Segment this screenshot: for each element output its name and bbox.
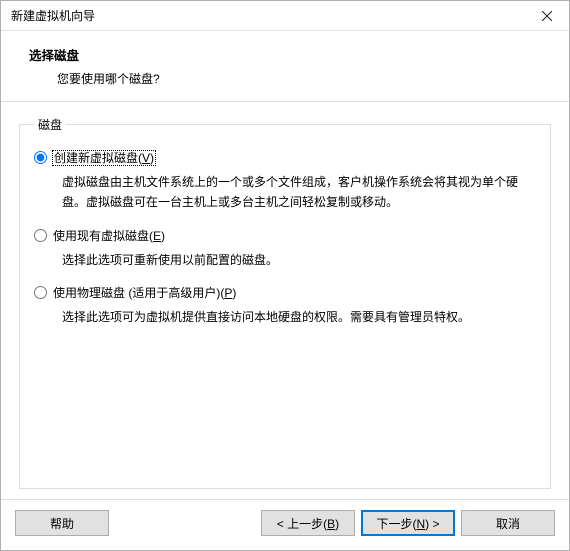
wizard-header: 选择磁盘 您要使用哪个磁盘? — [1, 31, 569, 102]
footer-nav-buttons: < 上一步(B) 下一步(N) > 取消 — [261, 510, 555, 536]
option-use-physical-disk[interactable]: 使用物理磁盘 (适用于高级用户)(P) — [34, 284, 536, 301]
radio-use-existing[interactable] — [34, 229, 47, 242]
content-area: 磁盘 创建新虚拟磁盘(V) 虚拟磁盘由主机文件系统上的一个或多个文件组成，客户机… — [1, 102, 569, 499]
window-title: 新建虚拟机向导 — [11, 7, 95, 24]
cancel-button[interactable]: 取消 — [461, 510, 555, 536]
option-use-existing-disk[interactable]: 使用现有虚拟磁盘(E) — [34, 227, 536, 244]
back-button[interactable]: < 上一步(B) — [261, 510, 355, 536]
titlebar: 新建虚拟机向导 — [1, 1, 569, 31]
radio-use-existing-label: 使用现有虚拟磁盘(E) — [53, 227, 165, 244]
radio-use-physical[interactable] — [34, 286, 47, 299]
help-button[interactable]: 帮助 — [15, 510, 109, 536]
disk-groupbox-legend: 磁盘 — [34, 116, 66, 133]
close-button[interactable] — [524, 1, 569, 31]
close-icon — [542, 11, 552, 21]
disk-groupbox: 磁盘 创建新虚拟磁盘(V) 虚拟磁盘由主机文件系统上的一个或多个文件组成，客户机… — [19, 116, 551, 489]
option-create-new-desc: 虚拟磁盘由主机文件系统上的一个或多个文件组成，客户机操作系统会将其视为单个硬盘。… — [62, 172, 536, 213]
page-subtitle: 您要使用哪个磁盘? — [57, 70, 541, 87]
radio-create-new[interactable] — [34, 151, 47, 164]
option-use-existing-desc: 选择此选项可重新使用以前配置的磁盘。 — [62, 250, 536, 270]
radio-use-physical-label: 使用物理磁盘 (适用于高级用户)(P) — [53, 284, 236, 301]
option-use-physical-desc: 选择此选项可为虚拟机提供直接访问本地硬盘的权限。需要具有管理员特权。 — [62, 307, 536, 327]
page-title: 选择磁盘 — [29, 45, 541, 64]
option-create-new-disk[interactable]: 创建新虚拟磁盘(V) — [34, 149, 536, 166]
footer: 帮助 < 上一步(B) 下一步(N) > 取消 — [1, 499, 569, 550]
radio-create-new-label: 创建新虚拟磁盘(V) — [53, 149, 155, 166]
next-button[interactable]: 下一步(N) > — [361, 510, 455, 536]
